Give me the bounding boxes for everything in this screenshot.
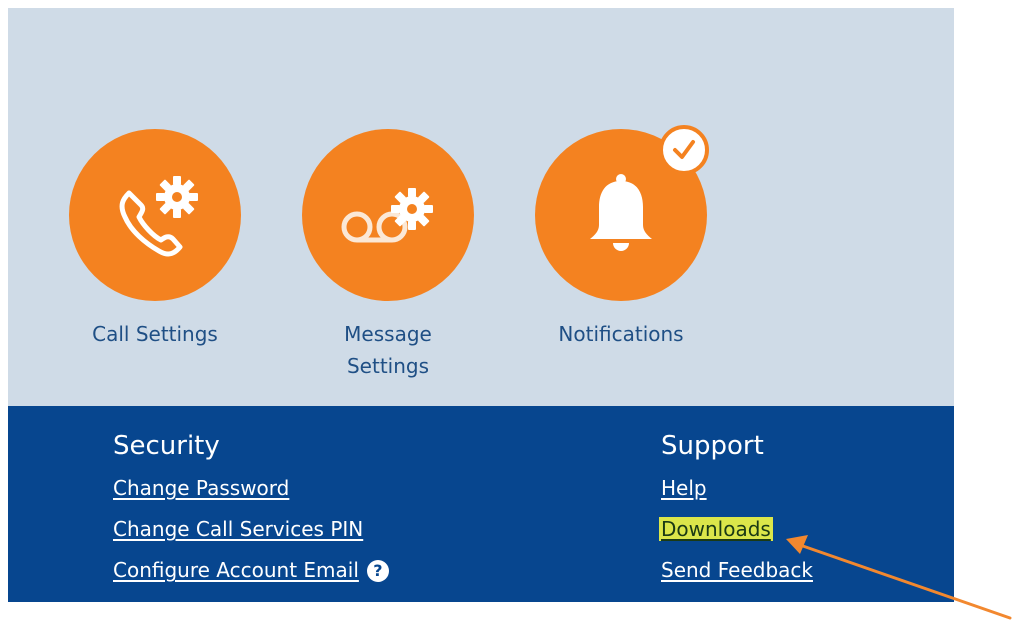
voicemail-gear-icon [341,188,433,243]
phone-gear-icon [119,176,198,257]
security-heading: Security [113,431,220,461]
support-section: Support Help Downloads Send Feedback [659,431,813,598]
configure-account-email-row: Configure Account Email? [113,557,389,584]
downloads-row: Downloads [659,516,813,542]
help-circle-icon[interactable]: ? [366,559,389,582]
message-settings-tile[interactable]: Message Settings [293,129,483,382]
security-section: Security Change Password Change Call Ser… [113,431,389,584]
notifications-status-badge [659,125,709,175]
downloads-link[interactable]: Downloads [659,517,773,541]
call-settings-label[interactable]: Call Settings [60,318,250,350]
message-settings-label[interactable]: Message Settings [293,318,483,382]
notifications-label[interactable]: Notifications [526,318,716,350]
configure-account-email-link[interactable]: Configure Account Email [113,558,359,582]
message-settings-circle[interactable] [302,129,474,301]
call-settings-tile[interactable]: Call Settings [60,129,250,350]
check-icon [673,140,695,159]
change-call-services-pin-link[interactable]: Change Call Services PIN [113,516,389,542]
change-password-link[interactable]: Change Password [113,475,389,501]
support-heading: Support [661,431,764,461]
help-link[interactable]: Help [661,475,813,501]
settings-page: Call Settings Message Settings Notificat… [0,0,1018,627]
send-feedback-link[interactable]: Send Feedback [661,557,813,583]
call-settings-circle[interactable] [69,129,241,301]
